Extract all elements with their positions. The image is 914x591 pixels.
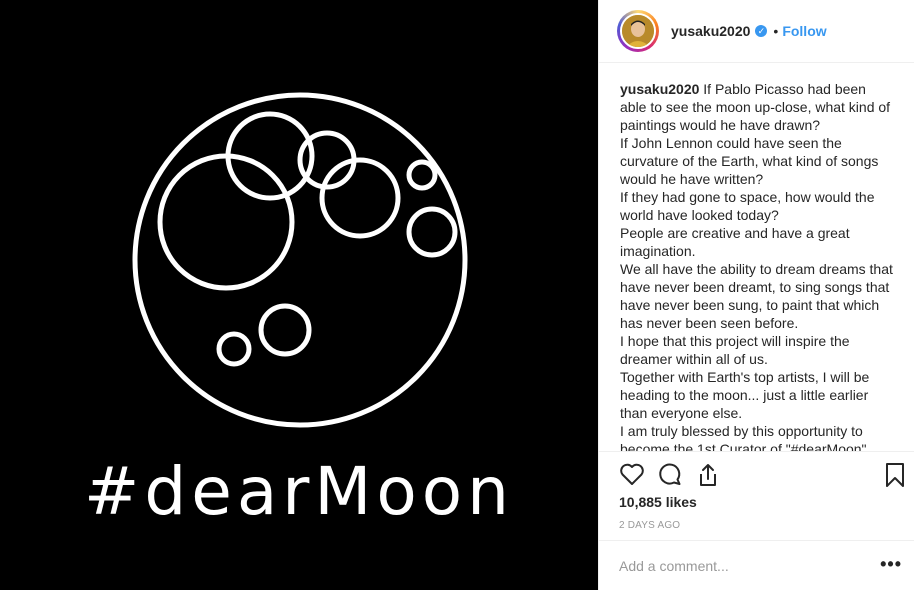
avatar-image bbox=[620, 13, 656, 49]
heart-icon[interactable] bbox=[619, 462, 645, 486]
crater bbox=[319, 157, 401, 239]
action-bar bbox=[599, 451, 914, 492]
caption-line: People are creative and have a great ima… bbox=[620, 225, 850, 259]
crater bbox=[258, 303, 312, 357]
avatar[interactable] bbox=[617, 10, 659, 52]
caption-line: If they had gone to space, how would the… bbox=[620, 189, 875, 223]
caption-scroll[interactable]: yusaku2020 If Pablo Picasso had been abl… bbox=[620, 80, 894, 451]
likes-count[interactable]: 10,885 likes bbox=[619, 494, 697, 510]
caption-line: I am truly blessed by this opportunity t… bbox=[620, 423, 863, 439]
follow-button[interactable]: Follow bbox=[782, 23, 826, 39]
caption: yusaku2020 If Pablo Picasso had been abl… bbox=[620, 80, 894, 451]
verified-badge-icon: ✓ bbox=[755, 25, 768, 37]
crater bbox=[406, 159, 438, 191]
caption-line: If John Lennon could have seen the curva… bbox=[620, 135, 879, 187]
post-sidebar: yusaku2020 ✓ • Follow yusaku2020 If Pabl… bbox=[598, 0, 914, 590]
post-window: #dearMoon yusaku2020 ✓ • Follow yusaku20… bbox=[0, 0, 914, 590]
post-image[interactable]: #dearMoon bbox=[0, 0, 598, 590]
crater bbox=[216, 331, 252, 367]
caption-line: Together with Earth's top artists, I wil… bbox=[620, 369, 870, 421]
more-options-icon[interactable]: ••• bbox=[880, 554, 902, 575]
caption-username[interactable]: yusaku2020 bbox=[620, 81, 699, 97]
crater bbox=[157, 153, 295, 291]
header-username[interactable]: yusaku2020 bbox=[671, 23, 750, 39]
caption-line: I hope that this project will inspire th… bbox=[620, 333, 850, 367]
hashtag-text: #dearMoon bbox=[84, 453, 514, 530]
comment-bar: Add a comment... ••• bbox=[599, 540, 914, 591]
share-icon[interactable] bbox=[695, 462, 721, 488]
separator-dot: • bbox=[773, 23, 779, 39]
post-header: yusaku2020 ✓ • Follow bbox=[599, 0, 914, 63]
comment-icon[interactable] bbox=[657, 462, 683, 486]
comment-input[interactable]: Add a comment... bbox=[619, 558, 729, 574]
caption-line: become the 1st Curator of "#dearMoon" bbox=[620, 441, 867, 451]
caption-line: We all have the ability to dream dreams … bbox=[620, 261, 893, 331]
moon-logo bbox=[132, 92, 468, 428]
crater bbox=[406, 206, 458, 258]
moon-outline bbox=[132, 92, 468, 428]
post-timestamp: 2 DAYS AGO bbox=[619, 520, 681, 531]
bookmark-icon[interactable] bbox=[884, 462, 906, 488]
